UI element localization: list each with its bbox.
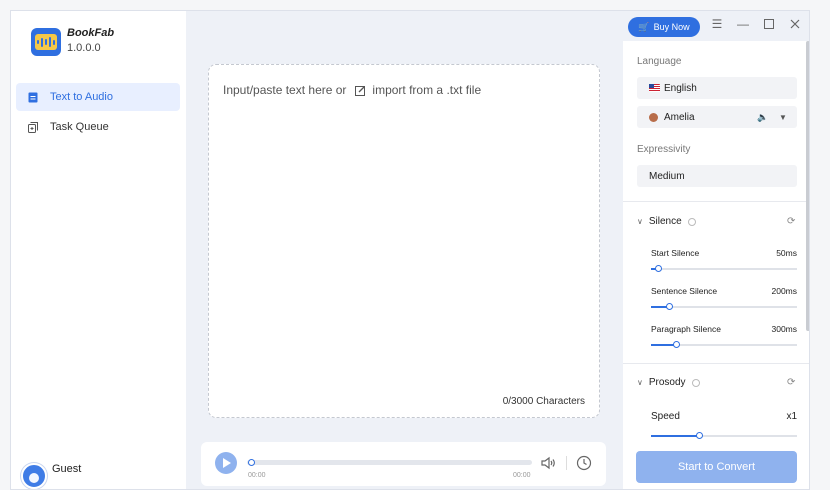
queue-icon	[28, 121, 38, 133]
slider-knob[interactable]	[696, 432, 704, 439]
paragraph-silence-label: Paragraph Silence	[651, 324, 721, 334]
timer-icon[interactable]	[575, 454, 593, 472]
sentence-silence-value: 200ms	[771, 286, 797, 296]
import-file-icon[interactable]	[355, 85, 366, 96]
sidebar-item-task-queue[interactable]: Task Queue	[16, 113, 180, 141]
user-name: Guest	[52, 463, 82, 475]
text-input-area[interactable]: Input/paste text here or import from a .…	[208, 64, 600, 418]
maximize-icon[interactable]	[762, 17, 776, 31]
paragraph-silence-value: 300ms	[771, 324, 797, 334]
menu-icon[interactable]: ☰	[710, 17, 724, 31]
silence-section-header[interactable]: ∨ Silence	[637, 216, 696, 227]
start-silence-value: 50ms	[776, 248, 797, 258]
sidebar-item-text-to-audio[interactable]: Text to Audio	[16, 83, 180, 111]
volume-icon[interactable]	[539, 454, 557, 472]
chevron-down-icon[interactable]: ▼	[779, 113, 787, 122]
minimize-icon[interactable]: —	[736, 17, 750, 31]
settings-panel: Language English Amelia 🔈 ▼ Expressivity…	[623, 41, 809, 489]
settings-scrollbar[interactable]	[806, 41, 809, 331]
avatar[interactable]	[21, 463, 47, 489]
buy-now-button[interactable]: 🛒 Buy Now	[628, 17, 700, 37]
total-time: 00:00	[513, 472, 531, 479]
silence-title: Silence	[648, 216, 682, 227]
start-to-convert-button[interactable]: Start to Convert	[636, 451, 797, 483]
slider-knob[interactable]	[665, 303, 673, 310]
info-icon[interactable]	[691, 378, 700, 387]
voice-avatar-icon	[649, 112, 658, 122]
slider-knob[interactable]	[655, 265, 663, 272]
current-time: 00:00	[248, 472, 266, 479]
speed-label: Speed	[651, 411, 680, 422]
app-version: 1.0.0.0	[67, 42, 101, 54]
playback-progress-knob[interactable]	[248, 459, 255, 466]
divider	[623, 201, 809, 202]
placeholder-text: Input/paste text here or	[223, 83, 347, 97]
language-select[interactable]: English	[637, 77, 797, 99]
slider-knob[interactable]	[672, 341, 680, 348]
chevron-down-icon: ∨	[637, 378, 643, 387]
prosody-title: Prosody	[648, 377, 686, 388]
sidebar-item-label: Task Queue	[50, 121, 109, 133]
audio-player: 00:00 00:00	[201, 442, 606, 486]
sidebar-item-label: Text to Audio	[50, 91, 113, 103]
expressivity-select[interactable]: Medium	[637, 165, 797, 187]
divider	[623, 363, 809, 364]
language-value: English	[664, 82, 697, 94]
app-logo-icon	[31, 28, 61, 56]
sidebar: BookFab 1.0.0.0 Text to Audio Task Queue…	[11, 11, 186, 489]
prosody-section-header[interactable]: ∨ Prosody	[637, 377, 700, 388]
start-silence-slider[interactable]	[651, 265, 797, 272]
chevron-down-icon: ∨	[637, 217, 643, 226]
character-count: 0/3000 Characters	[502, 396, 585, 407]
play-button[interactable]	[215, 452, 237, 474]
editor-placeholder: Input/paste text here or import from a .…	[223, 83, 481, 97]
speed-value: x1	[786, 411, 797, 422]
start-silence-label: Start Silence	[651, 248, 700, 258]
app-name: BookFab	[67, 27, 115, 39]
info-icon[interactable]	[687, 217, 696, 226]
speaker-preview-icon[interactable]: 🔈	[757, 112, 768, 123]
voice-value: Amelia	[664, 111, 695, 123]
voice-select[interactable]: Amelia 🔈 ▼	[637, 106, 797, 128]
paragraph-silence-slider[interactable]	[651, 341, 797, 348]
app-window: BookFab 1.0.0.0 Text to Audio Task Queue…	[10, 10, 810, 490]
expressivity-label: Expressivity	[637, 144, 691, 155]
sentence-silence-label: Sentence Silence	[651, 286, 718, 296]
playback-progress-track[interactable]	[247, 460, 532, 465]
document-icon	[28, 92, 38, 102]
slider-fill	[651, 435, 700, 437]
sentence-silence-slider[interactable]	[651, 303, 797, 310]
cart-icon: 🛒	[638, 21, 650, 32]
close-icon[interactable]	[788, 17, 802, 31]
language-label: Language	[637, 56, 682, 67]
player-divider	[566, 456, 567, 470]
buy-now-label: Buy Now	[653, 22, 690, 32]
us-flag-icon	[649, 84, 660, 92]
speed-slider[interactable]	[651, 432, 797, 439]
reset-silence-icon[interactable]: ⟳	[787, 216, 795, 227]
import-txt-link[interactable]: import from a .txt file	[372, 83, 481, 97]
reset-prosody-icon[interactable]: ⟳	[787, 377, 795, 388]
expressivity-value: Medium	[649, 170, 685, 182]
